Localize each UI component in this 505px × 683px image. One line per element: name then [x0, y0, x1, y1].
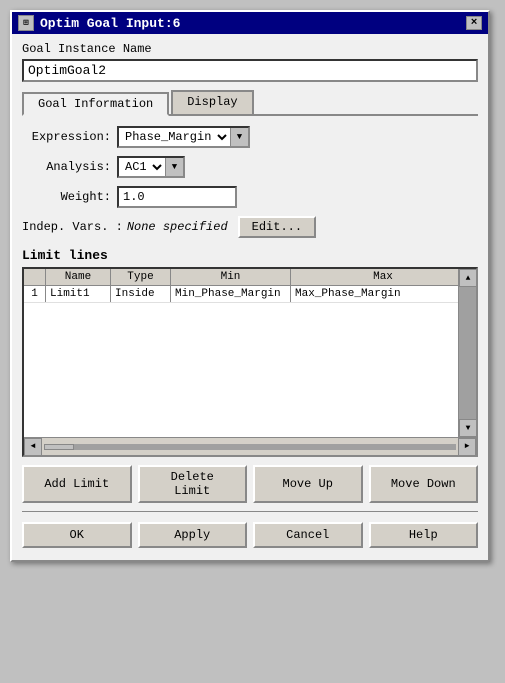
scroll-up-button[interactable]: ▲ [459, 269, 477, 287]
title-bar-left: ⊞ Optim Goal Input:6 [18, 15, 180, 31]
expression-row: Expression: Phase_Margin ▼ [22, 126, 478, 148]
expression-label: Expression: [22, 130, 117, 144]
indep-vars-row: Indep. Vars. : None specified Edit... [22, 216, 478, 238]
delete-limit-button[interactable]: Delete Limit [138, 465, 248, 503]
col-name-header: Name [46, 269, 111, 285]
scroll-thumb [44, 444, 74, 450]
edit-button[interactable]: Edit... [238, 216, 316, 238]
analysis-row: Analysis: AC1 ▼ [22, 156, 478, 178]
scroll-track-vertical [459, 287, 476, 419]
tabs-container: Goal Information Display [22, 90, 478, 116]
weight-label: Weight: [22, 190, 117, 204]
indep-vars-label: Indep. Vars. : [22, 220, 123, 234]
scroll-track-horizontal [44, 444, 456, 450]
bottom-divider [22, 511, 478, 512]
col-type-header: Type [111, 269, 171, 285]
scroll-right-button[interactable]: ► [458, 438, 476, 456]
analysis-select[interactable]: AC1 [119, 158, 165, 176]
vertical-scrollbar[interactable]: ▲ ▼ [458, 269, 476, 437]
limit-lines-title: Limit lines [22, 248, 478, 263]
bottom-buttons: OK Apply Cancel Help [22, 516, 478, 552]
limit-lines-table: Name Type Min Max 1 Limit1 Inside Min_Ph… [22, 267, 478, 457]
close-button[interactable]: × [466, 16, 482, 30]
apply-button[interactable]: Apply [138, 522, 248, 548]
expression-select-wrapper: Phase_Margin ▼ [117, 126, 250, 148]
row-max: Max_Phase_Margin [291, 286, 476, 302]
horizontal-scrollbar[interactable]: ◄ ► [24, 437, 476, 455]
scroll-down-button[interactable]: ▼ [459, 419, 477, 437]
scroll-left-button[interactable]: ◄ [24, 438, 42, 456]
cancel-button[interactable]: Cancel [253, 522, 363, 548]
table-row[interactable]: 1 Limit1 Inside Min_Phase_Margin Max_Pha… [24, 286, 476, 303]
move-up-button[interactable]: Move Up [253, 465, 363, 503]
dialog-title: Optim Goal Input:6 [40, 16, 180, 31]
goal-instance-input[interactable] [22, 59, 478, 82]
dialog-body: Goal Instance Name Goal Information Disp… [12, 34, 488, 560]
weight-row: Weight: [22, 186, 478, 208]
col-min-header: Min [171, 269, 291, 285]
col-max-header: Max [291, 269, 476, 285]
row-num: 1 [24, 286, 46, 302]
row-min: Min_Phase_Margin [171, 286, 291, 302]
table-header: Name Type Min Max [24, 269, 476, 286]
add-limit-button[interactable]: Add Limit [22, 465, 132, 503]
move-down-button[interactable]: Move Down [369, 465, 479, 503]
dialog-window: ⊞ Optim Goal Input:6 × Goal Instance Nam… [10, 10, 490, 562]
tab-goal-information[interactable]: Goal Information [22, 92, 169, 116]
expression-dropdown-arrow[interactable]: ▼ [230, 128, 248, 146]
row-name: Limit1 [46, 286, 111, 302]
indep-vars-value: None specified [127, 220, 228, 234]
analysis-dropdown-arrow[interactable]: ▼ [165, 158, 183, 176]
weight-input[interactable] [117, 186, 237, 208]
analysis-label: Analysis: [22, 160, 117, 174]
help-button[interactable]: Help [369, 522, 479, 548]
col-num [24, 269, 46, 285]
goal-instance-label: Goal Instance Name [22, 42, 478, 56]
action-buttons: Add Limit Delete Limit Move Up Move Down [22, 465, 478, 503]
title-bar: ⊞ Optim Goal Input:6 × [12, 12, 488, 34]
expression-select[interactable]: Phase_Margin [119, 128, 230, 146]
row-type: Inside [111, 286, 171, 302]
dialog-icon: ⊞ [18, 15, 34, 31]
tab-display[interactable]: Display [171, 90, 253, 114]
analysis-select-wrapper: AC1 ▼ [117, 156, 185, 178]
ok-button[interactable]: OK [22, 522, 132, 548]
